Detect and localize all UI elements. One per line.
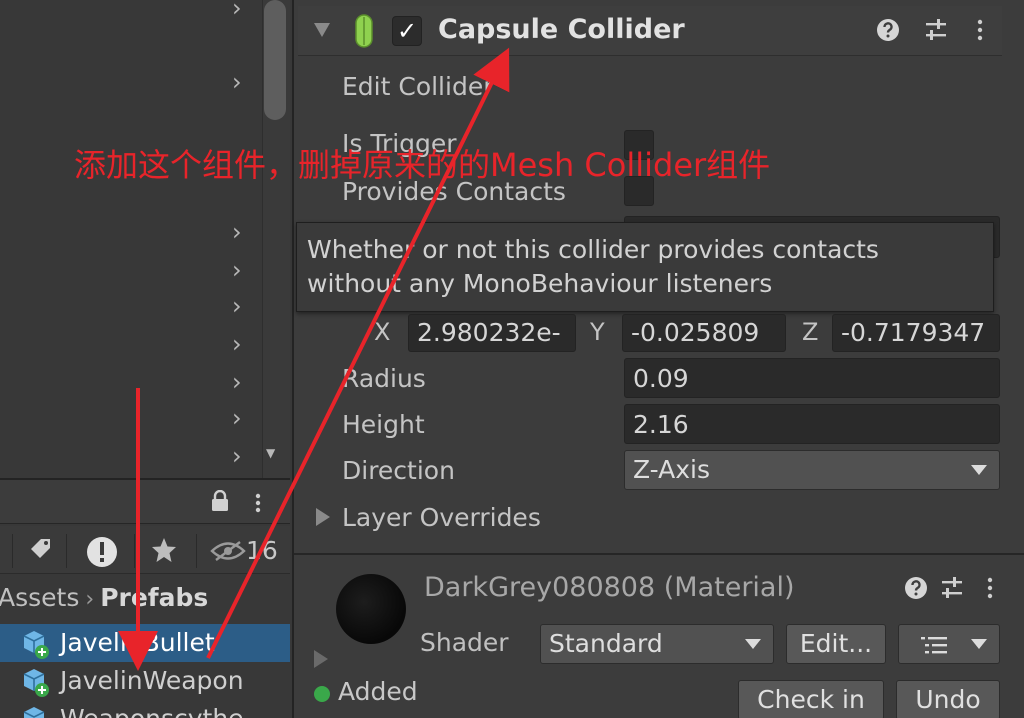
shader-options-dropdown[interactable] <box>898 624 1000 664</box>
hidden-visibility-icon[interactable] <box>210 540 246 562</box>
expand-arrow-icon[interactable]: › <box>232 370 252 394</box>
tooltip-line: Whether or not this collider provides co… <box>307 235 879 264</box>
toolbar-divider <box>196 534 197 568</box>
annotation-text: 添加这个组件，删掉原来的的Mesh Collider组件 <box>74 146 771 184</box>
edit-shader-button[interactable]: Edit... <box>786 624 886 664</box>
shader-label: Shader <box>420 628 509 657</box>
project-toolbar: 16 <box>0 526 290 574</box>
chevron-down-icon <box>971 465 987 475</box>
breadcrumb-assets[interactable]: Assets <box>0 583 79 612</box>
tooltip-line: without any MonoBehaviour listeners <box>307 269 773 298</box>
prefab-icon <box>23 707 45 718</box>
asset-label: JavelinBullet <box>60 628 215 657</box>
prefab-added-icon <box>23 631 49 659</box>
radius-field[interactable]: 0.09 <box>624 358 1000 398</box>
edit-collider-label[interactable]: Edit Collider <box>342 72 493 101</box>
shader-value: Standard <box>549 629 663 658</box>
breadcrumb: Assets › Prefabs <box>0 580 208 616</box>
presets-icon[interactable] <box>924 18 948 42</box>
lock-icon[interactable] <box>210 490 230 512</box>
component-enabled-checkbox[interactable]: ✓ <box>392 16 422 46</box>
chevron-down-icon <box>745 639 761 649</box>
expand-arrow-icon[interactable]: › <box>232 0 252 20</box>
warning-filter-icon[interactable] <box>86 536 118 568</box>
prefab-added-icon <box>23 669 49 697</box>
help-icon[interactable] <box>876 18 900 42</box>
expand-arrow-icon[interactable]: › <box>232 294 252 318</box>
expand-arrow-icon[interactable]: › <box>232 70 252 94</box>
expand-arrow-icon[interactable]: › <box>232 220 252 244</box>
asset-label: Weaponscythe <box>60 700 244 718</box>
hierarchy-panel: › › › › › › › › › ▼ <box>0 0 290 478</box>
project-panel-header <box>0 480 290 524</box>
toolbar-divider <box>12 534 13 568</box>
material-title: DarkGrey080808 (Material) <box>424 572 795 603</box>
list-options-icon <box>921 637 947 654</box>
asset-label: JavelinWeapon <box>60 666 244 695</box>
inspector-panel: ✓ Capsule Collider Edit Collider Is Trig… <box>292 0 1024 718</box>
favorite-star-icon[interactable] <box>150 536 178 564</box>
direction-label: Direction <box>342 456 455 485</box>
vcs-added-label: Added <box>338 677 418 706</box>
asset-item-weaponscythe[interactable]: Weaponscythe <box>0 700 290 718</box>
label-tag-icon[interactable] <box>28 536 54 562</box>
breadcrumb-separator: › <box>85 587 95 612</box>
hierarchy-scroll-thumb[interactable] <box>264 0 286 120</box>
center-z-label[interactable]: Z <box>802 318 818 346</box>
help-icon[interactable] <box>904 576 928 600</box>
height-label[interactable]: Height <box>342 410 425 439</box>
capsule-collider-icon <box>355 14 373 48</box>
capsule-collider-header[interactable]: ✓ Capsule Collider <box>298 6 1002 56</box>
expand-arrow-icon[interactable]: › <box>232 258 252 282</box>
toolbar-divider <box>66 534 67 568</box>
hidden-count: 16 <box>246 536 278 565</box>
component-title: Capsule Collider <box>438 14 685 45</box>
presets-icon[interactable] <box>940 576 964 600</box>
radius-label[interactable]: Radius <box>342 364 426 393</box>
expand-arrow-icon[interactable]: › <box>232 332 252 356</box>
layer-overrides-foldout[interactable]: Layer Overrides <box>342 503 541 532</box>
tooltip: Whether or not this collider provides co… <box>296 222 994 312</box>
project-panel: 16 Assets › Prefabs JavelinBullet JavelinW… <box>0 478 290 718</box>
center-z-field[interactable]: -0.7179347 <box>832 314 1000 352</box>
component-divider <box>294 553 1024 555</box>
scroll-down-arrow-icon[interactable]: ▼ <box>266 446 275 460</box>
height-field[interactable]: 2.16 <box>624 404 1000 444</box>
breadcrumb-prefabs[interactable]: Prefabs <box>100 583 208 612</box>
direction-dropdown[interactable]: Z-Axis <box>624 450 1000 490</box>
asset-item-javelinbullet[interactable]: JavelinBullet <box>0 624 290 662</box>
expand-arrow-icon[interactable]: › <box>232 444 252 468</box>
added-status-icon <box>314 686 330 702</box>
shader-dropdown[interactable]: Standard <box>540 624 774 664</box>
more-options-icon[interactable] <box>984 576 996 600</box>
expand-arrow-icon[interactable]: › <box>232 406 252 430</box>
foldout-collapsed-icon[interactable] <box>314 650 328 668</box>
foldout-collapsed-icon[interactable] <box>316 508 330 526</box>
asset-item-javelinweapon[interactable]: JavelinWeapon <box>0 662 290 700</box>
material-preview-sphere <box>336 574 406 644</box>
center-y-field[interactable]: -0.025809 <box>622 314 786 352</box>
more-options-icon[interactable] <box>252 492 264 514</box>
chevron-down-icon <box>971 639 987 649</box>
center-x-label[interactable]: X <box>374 318 390 346</box>
direction-value: Z-Axis <box>633 455 711 484</box>
undo-button[interactable]: Undo <box>896 680 1000 718</box>
center-x-field[interactable]: 2.980232e- <box>408 314 576 352</box>
center-y-label[interactable]: Y <box>590 318 605 346</box>
check-in-button[interactable]: Check in <box>738 680 884 718</box>
foldout-expanded-icon[interactable] <box>314 23 330 37</box>
toolbar-divider <box>134 534 135 568</box>
more-options-icon[interactable] <box>974 18 986 42</box>
